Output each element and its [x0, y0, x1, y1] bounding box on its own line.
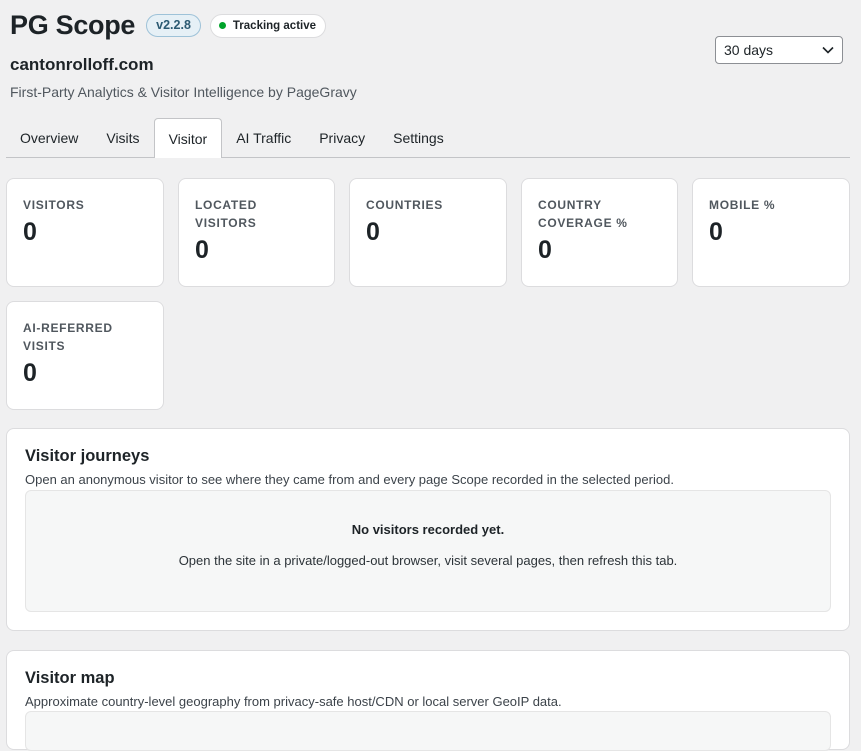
- tab-ai-traffic[interactable]: AI Traffic: [222, 118, 305, 157]
- visitor-journeys-panel: Visitor journeys Open an anonymous visit…: [6, 428, 850, 631]
- tracking-status-label: Tracking active: [232, 19, 317, 32]
- stat-card-country-coverage: COUNTRY COVERAGE % 0: [521, 178, 678, 287]
- stat-label: VISITORS: [23, 198, 85, 212]
- tracking-status-badge: Tracking active: [209, 13, 327, 38]
- stat-value: 0: [538, 236, 552, 264]
- stat-value: 0: [23, 359, 37, 387]
- status-dot-icon: [218, 22, 226, 29]
- stat-label: MOBILE %: [709, 198, 776, 212]
- stat-card-located-visitors: LOCATED VISITORS 0: [178, 178, 335, 287]
- date-range-select[interactable]: 30 days: [715, 36, 843, 64]
- version-badge: v2.2.8: [146, 14, 201, 37]
- visitor-map-panel: Visitor map Approximate country-level ge…: [6, 650, 850, 751]
- stat-card-mobile: MOBILE % 0: [692, 178, 850, 287]
- stat-label: AI-REFERRED VISITS: [23, 321, 113, 353]
- tab-overview[interactable]: Overview: [6, 118, 92, 157]
- stat-value: 0: [366, 218, 380, 246]
- panel-description: Open an anonymous visitor to see where t…: [25, 472, 674, 487]
- stat-label: COUNTRY COVERAGE %: [538, 198, 628, 230]
- panel-description: Approximate country-level geography from…: [25, 694, 562, 709]
- tab-bar: Overview Visits Visitor AI Traffic Priva…: [6, 118, 850, 158]
- stat-card-ai-referred-visits: AI-REFERRED VISITS 0: [6, 301, 164, 410]
- empty-state-hint: Open the site in a private/logged-out br…: [178, 553, 678, 568]
- header: PG Scope v2.2.8 Tracking active: [10, 10, 327, 41]
- panel-title: Visitor journeys: [25, 447, 150, 465]
- stat-value: 0: [23, 218, 37, 246]
- stat-value: 0: [195, 236, 209, 264]
- app-title: PG Scope: [10, 10, 136, 40]
- tab-visitor[interactable]: Visitor: [153, 118, 223, 158]
- tagline: First-Party Analytics & Visitor Intellig…: [10, 84, 357, 100]
- date-range-value: 30 days: [724, 42, 774, 58]
- map-container: [25, 711, 831, 751]
- tab-visits[interactable]: Visits: [92, 118, 153, 157]
- empty-state: No visitors recorded yet. Open the site …: [25, 490, 831, 612]
- stat-card-countries: COUNTRIES 0: [349, 178, 507, 287]
- stat-label: LOCATED VISITORS: [195, 198, 258, 230]
- tab-privacy[interactable]: Privacy: [305, 118, 379, 157]
- site-domain: cantonrolloff.com: [10, 55, 154, 74]
- empty-state-title: No visitors recorded yet.: [351, 522, 505, 537]
- stat-value: 0: [709, 218, 723, 246]
- panel-title: Visitor map: [25, 669, 115, 687]
- stat-label: COUNTRIES: [366, 198, 443, 212]
- chevron-down-icon: [822, 46, 834, 54]
- tab-settings[interactable]: Settings: [379, 118, 458, 157]
- stat-card-visitors: VISITORS 0: [6, 178, 164, 287]
